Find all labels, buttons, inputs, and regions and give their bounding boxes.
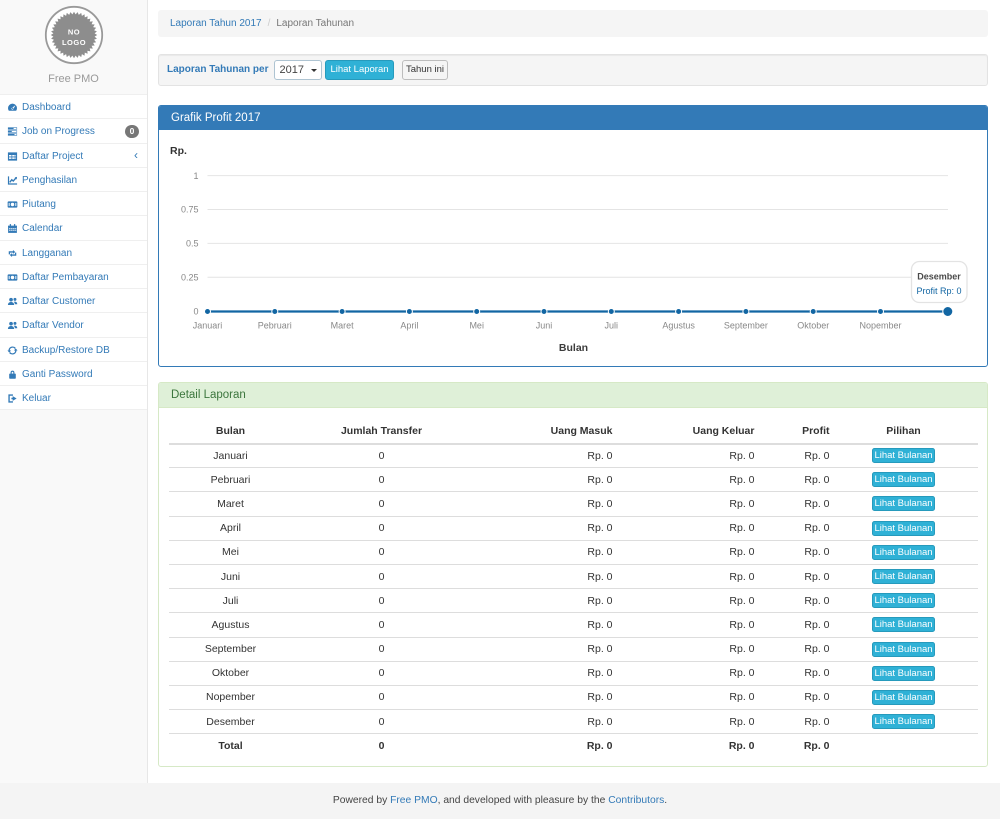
svg-text:Nopember: Nopember — [859, 321, 901, 331]
svg-text:LOGO: LOGO — [62, 38, 86, 47]
svg-text:Rp.: Rp. — [170, 145, 187, 157]
svg-text:Desember: Desember — [917, 272, 961, 282]
svg-text:0: 0 — [193, 306, 198, 316]
svg-text:Agustus: Agustus — [662, 321, 695, 331]
svg-text:Januari: Januari — [193, 321, 223, 331]
svg-text:April: April — [400, 321, 418, 331]
svg-text:NO: NO — [68, 27, 80, 36]
svg-text:1: 1 — [193, 171, 198, 181]
svg-text:0.5: 0.5 — [186, 239, 199, 249]
svg-text:Juni: Juni — [536, 321, 553, 331]
svg-text:Mei: Mei — [469, 321, 484, 331]
svg-text:Oktober: Oktober — [797, 321, 829, 331]
svg-text:Pebruari: Pebruari — [258, 321, 292, 331]
svg-text:Juli: Juli — [605, 321, 619, 331]
svg-text:0.75: 0.75 — [181, 205, 199, 215]
svg-text:Profit Rp: 0: Profit Rp: 0 — [916, 286, 961, 296]
svg-text:Bulan: Bulan — [559, 342, 588, 354]
svg-text:September: September — [724, 321, 768, 331]
svg-text:0.25: 0.25 — [181, 273, 199, 283]
svg-text:Maret: Maret — [331, 321, 355, 331]
